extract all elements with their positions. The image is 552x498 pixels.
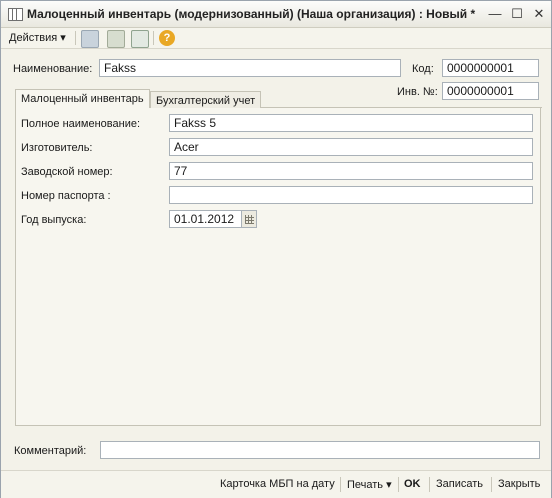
save-button[interactable]: Записать	[436, 478, 483, 490]
year-label: Год выпуска:	[21, 214, 87, 226]
toolbar-separator	[153, 31, 154, 45]
back-icon[interactable]	[81, 30, 99, 48]
chevron-down-icon: ▾	[60, 32, 66, 44]
window-title: Малоценный инвентарь (модернизованный) (…	[27, 7, 476, 21]
structure-icon[interactable]	[107, 30, 125, 48]
name-label: Наименование:	[13, 63, 93, 75]
bottom-command-bar: Карточка МБП на дату Печать ▾ OK Записат…	[1, 470, 551, 498]
print-label: Печать	[347, 479, 384, 491]
chevron-down-icon: ▾	[386, 479, 392, 491]
inventory-number-label: Инв. №:	[397, 86, 438, 98]
serial-number-field[interactable]: 77	[169, 162, 533, 180]
comment-field[interactable]	[100, 441, 540, 459]
manufacturer-label: Изготовитель:	[21, 142, 93, 154]
tab-low-value-inventory[interactable]: Малоценный инвентарь	[15, 89, 150, 110]
calendar-icon	[245, 215, 254, 224]
toolbar: Действия ▾ ?	[1, 28, 551, 49]
form-window: Малоценный инвентарь (модернизованный) (…	[0, 0, 552, 498]
code-label: Код:	[412, 63, 434, 75]
maximize-button[interactable]: ☐	[509, 6, 525, 22]
full-name-field[interactable]: Fakss 5	[169, 114, 533, 132]
name-field[interactable]: Fakss	[99, 59, 401, 77]
passport-number-field[interactable]	[169, 186, 533, 204]
serial-number-label: Заводской номер:	[21, 166, 113, 178]
comment-label: Комментарий:	[14, 445, 87, 457]
inventory-number-field[interactable]: 0000000001	[442, 82, 539, 100]
actions-menu[interactable]: Действия ▾	[9, 30, 66, 46]
bottom-separator	[429, 477, 430, 492]
print-menu-button[interactable]: Печать ▾	[347, 478, 392, 491]
code-field[interactable]: 0000000001	[442, 59, 539, 77]
form-icon	[8, 8, 23, 21]
title-bar: Малоценный инвентарь (модернизованный) (…	[1, 1, 551, 28]
bottom-separator	[398, 477, 399, 492]
bottom-separator	[491, 477, 492, 492]
close-form-button[interactable]: Закрыть	[498, 478, 540, 490]
mbp-card-button[interactable]: Карточка МБП на дату	[220, 478, 335, 490]
close-button[interactable]: ✕	[531, 6, 547, 22]
actions-label: Действия	[9, 32, 58, 44]
new-from-template-icon[interactable]	[131, 30, 149, 48]
passport-number-label: Номер паспорта :	[21, 190, 111, 202]
toolbar-separator	[75, 31, 76, 45]
calendar-button[interactable]	[241, 210, 257, 228]
full-name-label: Полное наименование:	[21, 118, 141, 130]
minimize-button[interactable]: —	[487, 6, 503, 22]
manufacturer-field[interactable]: Acer	[169, 138, 533, 156]
bottom-separator	[340, 477, 341, 492]
ok-button[interactable]: OK	[404, 478, 421, 490]
year-field[interactable]: 01.01.2012	[169, 210, 242, 228]
help-icon[interactable]: ?	[159, 30, 175, 46]
